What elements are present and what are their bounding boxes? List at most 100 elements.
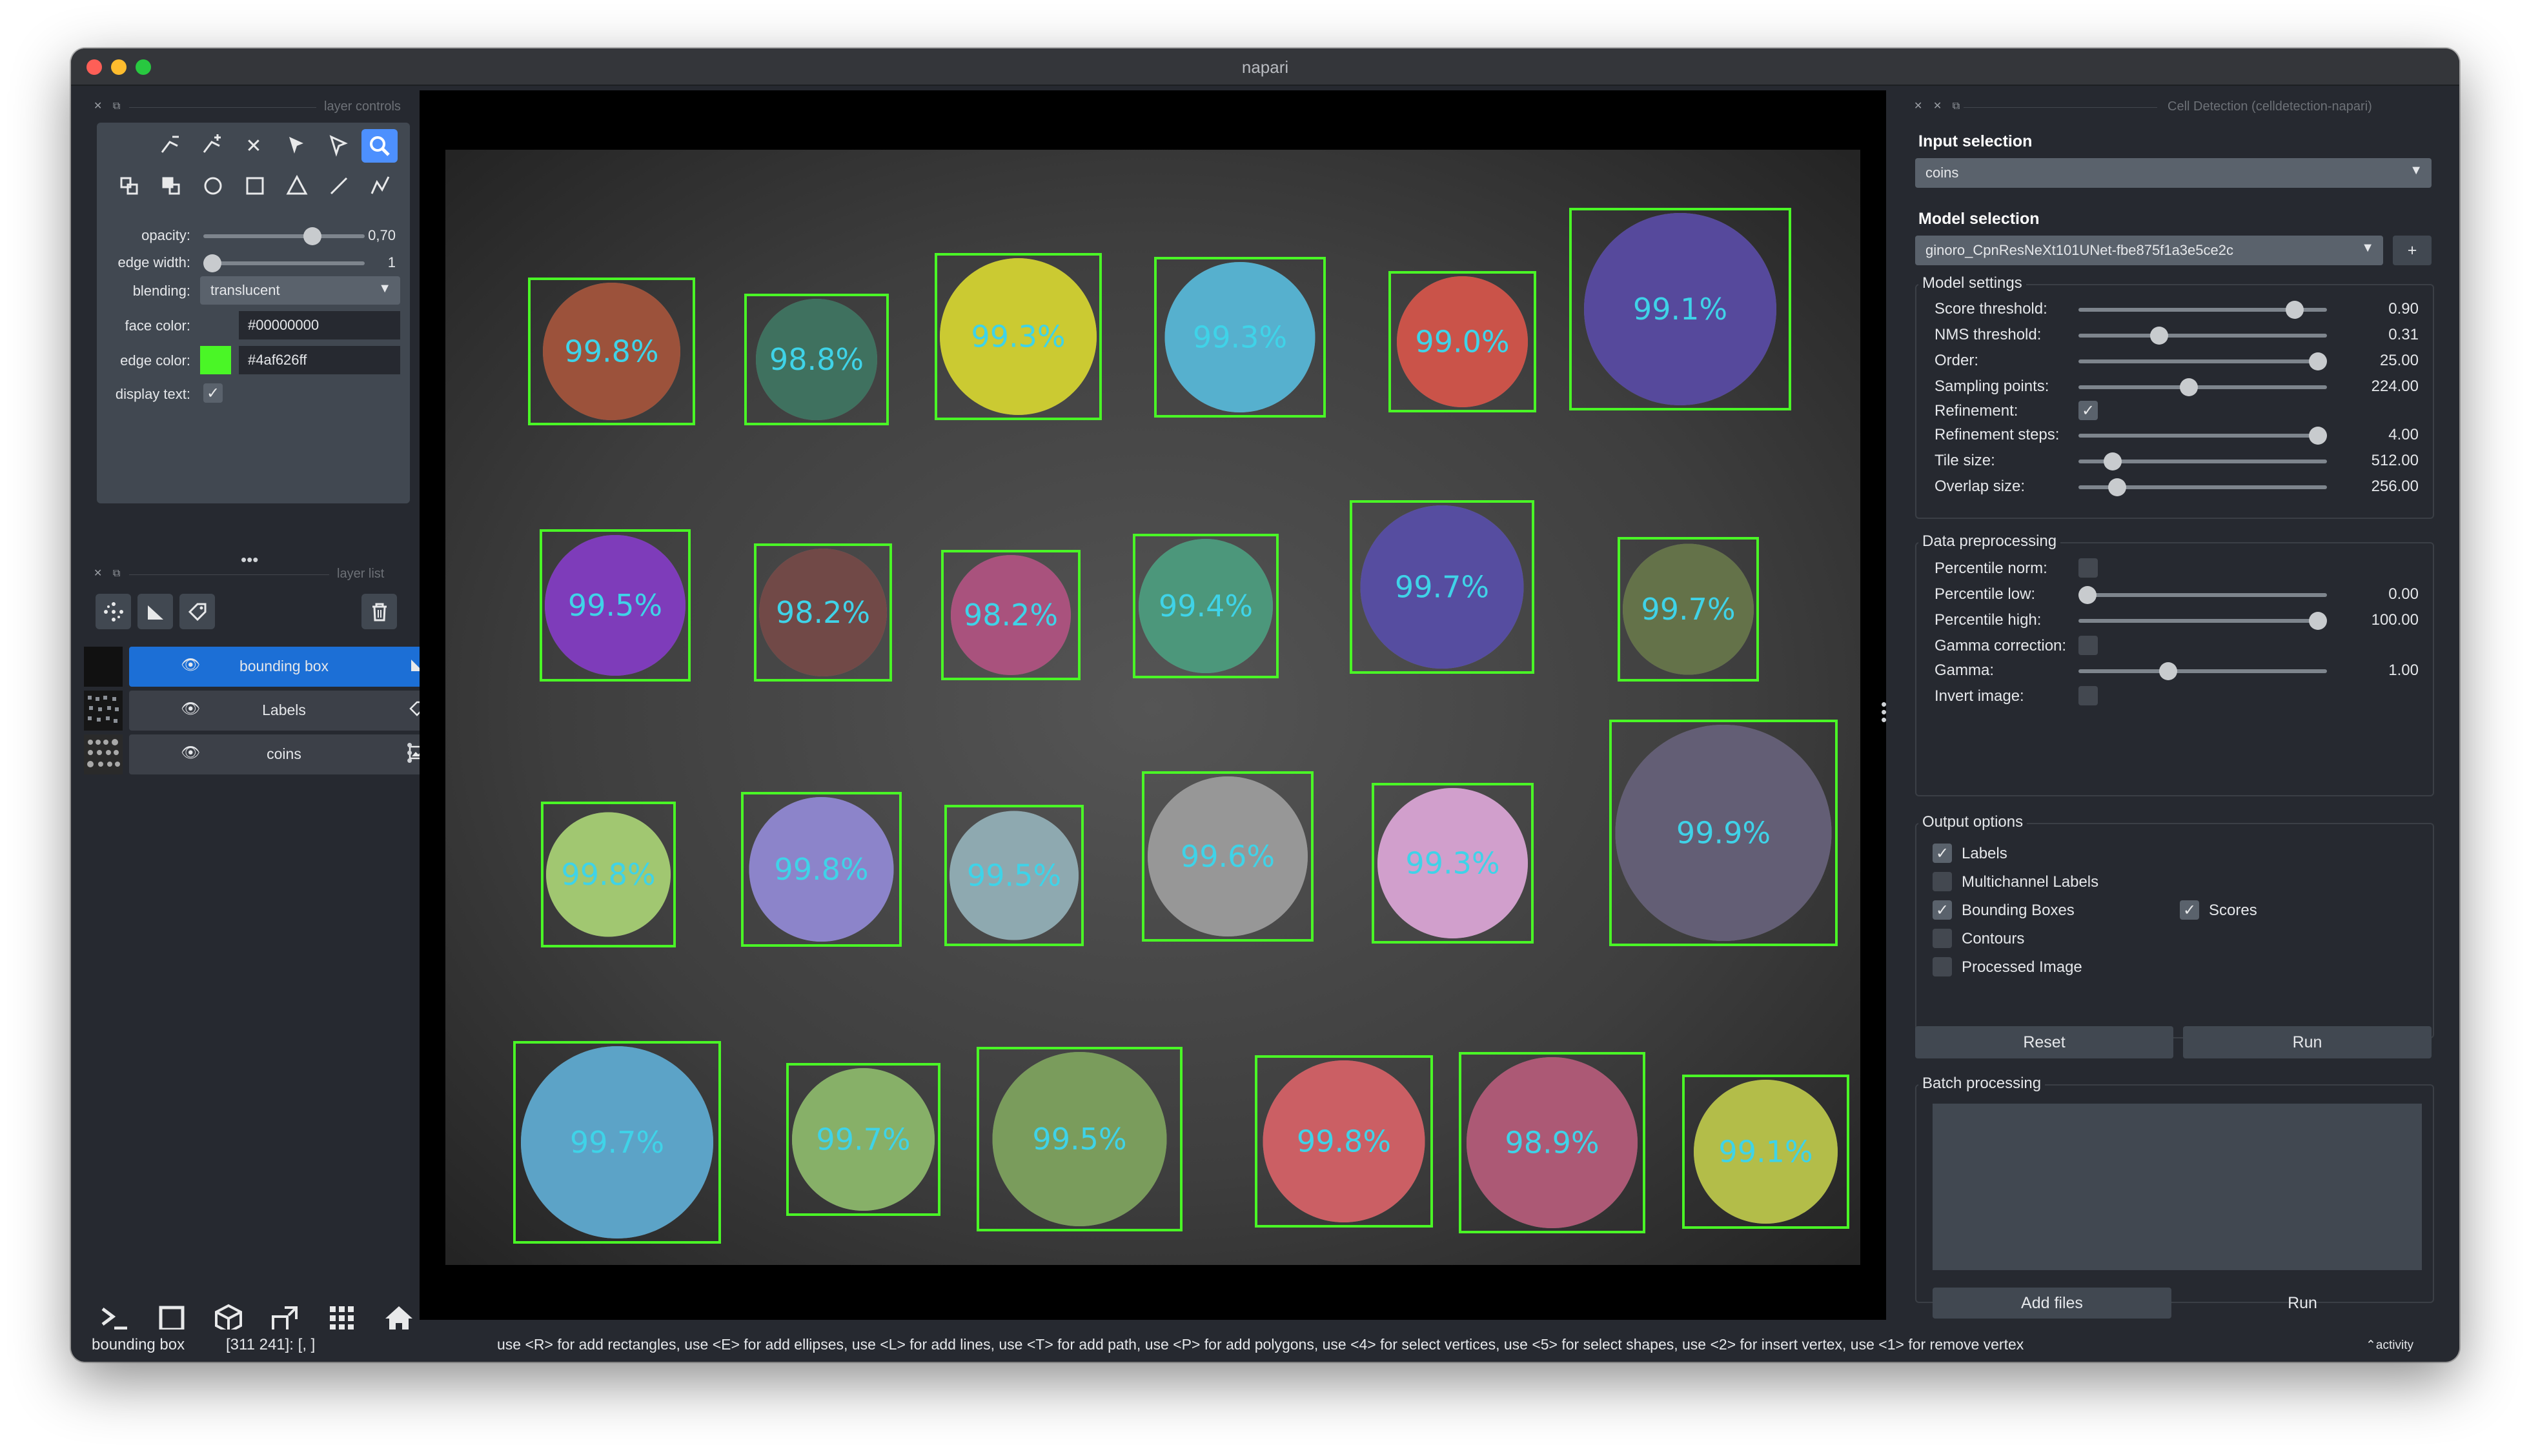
reset-button[interactable]: Reset [1915,1026,2173,1058]
score-label: 99.5% [1032,1122,1126,1157]
cell-detection-header: Cell Detection (celldetection-napari) [2168,99,2372,114]
new-shapes-layer-button[interactable] [137,594,173,629]
layer-row-labels[interactable]: 👁 Labels [84,691,439,731]
setting-value: 0.90 [2388,300,2419,318]
add-path-tool[interactable] [363,169,399,203]
checkmark-icon: ✓ [206,384,220,402]
new-labels-layer-button[interactable] [179,594,215,629]
blending-dropdown[interactable]: translucent ▼ [200,276,400,305]
output-option-checkbox[interactable]: ✓ [1933,900,1952,920]
setting-slider[interactable] [2078,593,2327,597]
caret-up-icon: ⌃ [2366,1339,2376,1352]
setting-label: Sampling points: [1935,378,2049,395]
layer-row-bounding-box[interactable]: 👁 bounding box [84,647,439,687]
add-polygon-tool[interactable] [279,169,315,203]
move-front-tool[interactable] [111,169,147,203]
setting-slider-handle[interactable] [2309,352,2327,370]
setting-slider-handle[interactable] [2309,427,2327,445]
edge-color-swatch[interactable] [200,346,231,374]
input-selection-dropdown[interactable]: coins ▼ [1915,158,2432,188]
add-model-button[interactable]: + [2393,236,2432,265]
display-text-checkbox[interactable]: ✓ [203,383,223,403]
add-line-tool[interactable] [321,169,357,203]
setting-checkbox[interactable]: ✓ [2078,401,2098,420]
dock-float-icons[interactable]: ✕ ⧉ [94,99,124,112]
setting-checkbox[interactable] [2078,636,2098,655]
dock-resize-handle-icon[interactable]: • • • [1881,696,1887,728]
layer-list-header: layer list [337,567,385,581]
dock-float-icons[interactable]: ✕ ⧉ [94,567,124,580]
output-option-checkbox[interactable]: ✓ [1933,844,1952,863]
setting-slider[interactable] [2078,669,2327,673]
setting-slider-handle[interactable] [2078,586,2097,604]
move-back-tool[interactable] [153,169,189,203]
more-options-icon[interactable]: • • • [407,736,412,769]
coins-image: 99.8% 98.8% 99.3% 99.3% 99.0% 99.1% 99.5% 98.2%… [445,150,1860,1265]
batch-file-list[interactable] [1933,1104,2422,1270]
direct-select-tool[interactable] [278,129,314,163]
layer-thumbnail [84,647,123,687]
setting-label: Gamma: [1935,662,1995,679]
edge-width-slider[interactable] [203,261,365,265]
remove-vertex-tool[interactable] [152,129,188,163]
setting-slider[interactable] [2078,385,2327,389]
model-settings-title: Model settings [1918,274,2026,292]
opacity-slider-handle[interactable] [303,227,322,245]
setting-label: Gamma correction: [1935,637,2067,654]
setting-slider-handle[interactable] [2149,327,2168,345]
batch-run-button[interactable]: Run [2183,1288,2422,1319]
delete-shape-tool[interactable]: ✕ [236,129,272,163]
activity-button[interactable]: ⌃activity [2366,1338,2413,1353]
face-color-field[interactable]: #00000000 [239,311,400,339]
layer-row-coins[interactable]: 👁 coins [84,734,439,774]
coins-thumbnail-image [87,739,120,767]
score-label: 99.1% [1718,1135,1813,1169]
add-vertex-tool[interactable] [194,129,230,163]
pan-zoom-tool[interactable] [361,129,398,163]
setting-value: 1.00 [2388,662,2419,679]
setting-checkbox[interactable] [2078,686,2098,705]
data-preprocessing-title: Data preprocessing [1918,532,2061,551]
setting-slider[interactable] [2078,619,2327,623]
chevron-down-icon: ▼ [2410,163,2422,177]
score-label: 99.8% [564,334,658,369]
delete-layer-button[interactable] [361,594,397,629]
select-tool[interactable] [320,129,356,163]
output-option-checkbox[interactable] [1933,957,1952,976]
output-option-checkbox[interactable] [1933,929,1952,948]
add-rectangle-tool[interactable] [237,169,273,203]
setting-checkbox[interactable] [2078,558,2098,578]
input-selection-title: Input selection [1918,132,2033,150]
edge-color-field[interactable]: #4af626ff [239,346,400,374]
opacity-value: 0,70 [368,227,396,243]
face-color-label: face color: [125,318,191,334]
model-selection-title: Model selection [1918,210,2040,228]
run-button[interactable]: Run [2183,1026,2432,1058]
setting-slider-handle[interactable] [2309,612,2327,630]
splitter-handle-icon[interactable]: ••• [241,550,258,570]
score-label: 99.0% [1415,325,1509,359]
opacity-slider[interactable] [203,234,365,238]
setting-slider-handle[interactable] [2180,378,2199,396]
new-points-layer-button[interactable] [96,594,131,629]
magnifier-icon [370,136,390,156]
add-files-button[interactable]: Add files [1933,1288,2171,1319]
model-selection-dropdown[interactable]: ginoro_CpnResNeXt101UNet-fbe875f1a3e5ce2… [1915,236,2383,265]
setting-slider[interactable] [2078,334,2327,338]
output-option-checkbox[interactable]: ✓ [2180,900,2199,920]
edge-width-slider-handle[interactable] [203,254,221,272]
face-color-swatch[interactable] [200,311,231,339]
viewer-canvas[interactable]: 99.8% 98.8% 99.3% 99.3% 99.0% 99.1% 99.5% 98.2%… [420,90,1886,1320]
title-bar: napari [71,48,2459,86]
opacity-label: opacity: [141,227,190,243]
score-label: 99.3% [971,319,1065,354]
output-option-label: Bounding Boxes [1962,902,2075,919]
setting-slider[interactable] [2078,359,2327,363]
setting-slider[interactable] [2078,434,2327,438]
output-option-checkbox[interactable] [1933,872,1952,891]
dock-float-icons[interactable]: ✕ ✕ ⧉ [1914,99,1964,112]
add-ellipse-tool[interactable] [195,169,231,203]
chevron-down-icon: ▼ [2361,241,2374,255]
setting-value: 256.00 [2371,478,2419,495]
setting-slider-handle[interactable] [2158,662,2177,680]
